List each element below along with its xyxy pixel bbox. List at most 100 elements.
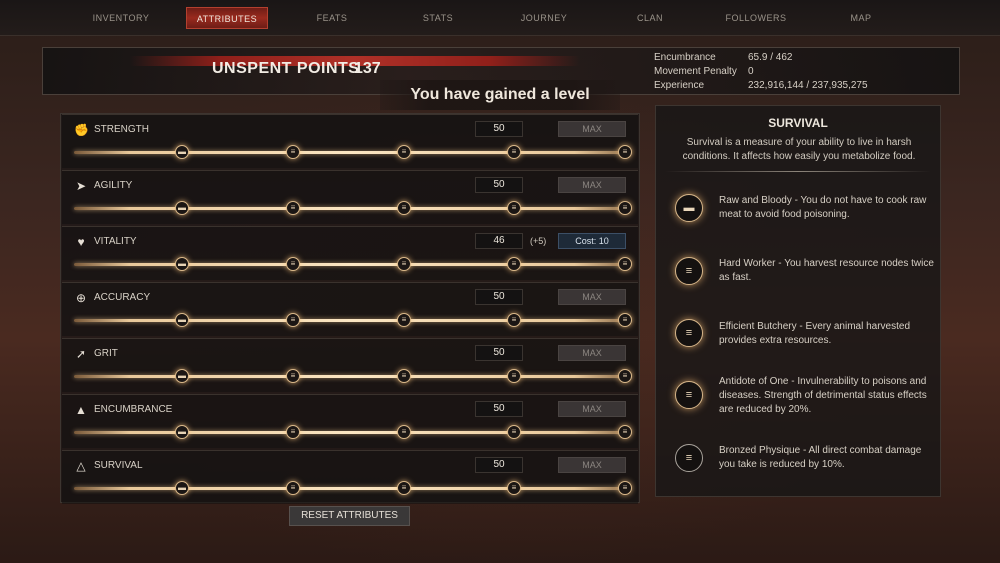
attribute-value: 50 <box>475 457 523 473</box>
tab-stats[interactable]: STATS <box>412 7 464 29</box>
attribute-track <box>74 487 630 490</box>
perk-node-icon[interactable]: ▬ <box>175 313 189 327</box>
attribute-row-grit: ➚ GRIT 50 MAX ▬ ≡ ≡ ≡ ≡ <box>62 338 638 392</box>
perk-node-icon[interactable]: ▬ <box>175 257 189 271</box>
perk-node-icon[interactable]: ≡ <box>618 481 632 495</box>
perk-description: Efficient Butchery - Every animal harves… <box>719 321 911 346</box>
perk-node-icon[interactable]: ≡ <box>286 201 300 215</box>
perk-node-icon[interactable]: ≡ <box>286 425 300 439</box>
attribute-track <box>74 375 630 378</box>
tab-map[interactable]: MAP <box>842 7 880 29</box>
perk-node-icon[interactable]: ≡ <box>286 313 300 327</box>
perk-node-icon[interactable]: ≡ <box>397 201 411 215</box>
perk-node-icon[interactable]: ≡ <box>286 257 300 271</box>
perk-item: ▬ Raw and Bloody - You do not have to co… <box>665 190 935 240</box>
perk-node-icon[interactable]: ▬ <box>175 481 189 495</box>
attribute-row-agility: ➤ AGILITY 50 MAX ▬ ≡ ≡ ≡ ≡ <box>62 170 638 224</box>
tab-followers[interactable]: FOLLOWERS <box>722 7 790 29</box>
strength-icon: ✊ <box>74 123 89 137</box>
perk-node-icon[interactable]: ≡ <box>397 425 411 439</box>
attribute-value: 50 <box>475 121 523 137</box>
attribute-value[interactable]: 46 <box>475 233 523 249</box>
perk-node-icon[interactable]: ▬ <box>175 145 189 159</box>
crosshair-icon: ⊕ <box>75 291 87 305</box>
perk-node-icon[interactable]: ≡ <box>286 145 300 159</box>
perk-node-icon[interactable]: ▬ <box>175 425 189 439</box>
attribute-track <box>74 263 630 266</box>
attribute-row-accuracy: ⊕ ACCURACY 50 MAX ▬ ≡ ≡ ≡ ≡ <box>62 282 638 336</box>
perk-description: Bronzed Physique - All direct combat dam… <box>719 445 922 470</box>
unspent-points-label: UNSPENT POINTS <box>212 60 360 77</box>
tab-journey[interactable]: JOURNEY <box>512 7 576 29</box>
stat-experience: Experience 232,916,144 / 237,935,275 <box>654 79 954 93</box>
perk-node-icon[interactable]: ≡ <box>618 425 632 439</box>
perk-node-icon[interactable]: ≡ <box>507 481 521 495</box>
perk-description: Raw and Bloody - You do not have to cook… <box>719 195 927 220</box>
perk-node-icon[interactable]: ≡ <box>618 145 632 159</box>
perk-node-icon[interactable]: ≡ <box>397 313 411 327</box>
attribute-name: GRIT <box>94 348 118 359</box>
divider <box>665 171 931 172</box>
stat-value: 232,916,144 / 237,935,275 <box>748 80 868 91</box>
tab-inventory[interactable]: INVENTORY <box>84 7 158 29</box>
perk-node-icon[interactable]: ≡ <box>397 481 411 495</box>
perk-node-icon[interactable]: ≡ <box>397 369 411 383</box>
attribute-name: ACCURACY <box>94 292 151 303</box>
perk-node-icon[interactable]: ≡ <box>507 425 521 439</box>
attribute-row-encumbrance: ▲ ENCUMBRANCE 50 MAX ▬ ≡ ≡ ≡ ≡ <box>62 394 638 448</box>
stat-value: 0 <box>748 66 754 77</box>
perk-node-icon[interactable]: ≡ <box>507 313 521 327</box>
attribute-name: VITALITY <box>94 236 137 247</box>
perk-tier-4-icon: ≡ <box>675 381 703 409</box>
perk-description: Hard Worker - You harvest resource nodes… <box>719 258 934 283</box>
perk-item: ≡ Efficient Butchery - Every animal harv… <box>665 315 935 365</box>
attribute-track <box>74 319 630 322</box>
perk-node-icon[interactable]: ≡ <box>507 257 521 271</box>
max-badge: MAX <box>558 289 626 305</box>
perk-node-icon[interactable]: ≡ <box>618 257 632 271</box>
character-stats: Encumbrance 65.9 / 462 Movement Penalty … <box>654 51 954 93</box>
perk-tier-1-icon: ▬ <box>675 194 703 222</box>
stat-label: Encumbrance <box>654 52 716 63</box>
cost-button[interactable]: Cost: 10 <box>558 233 626 249</box>
attribute-track <box>74 151 630 154</box>
stat-movement-penalty: Movement Penalty 0 <box>654 65 954 79</box>
perk-node-icon[interactable]: ≡ <box>286 369 300 383</box>
max-badge: MAX <box>558 401 626 417</box>
attribute-row-survival[interactable]: △ SURVIVAL 50 MAX ▬ ≡ ≡ ≡ ≡ <box>62 450 638 504</box>
perk-node-icon[interactable]: ≡ <box>286 481 300 495</box>
stat-label: Experience <box>654 80 705 91</box>
attribute-row-strength: ✊ STRENGTH 50 MAX ▬ ≡ ≡ ≡ ≡ <box>62 114 638 168</box>
attribute-bonus: (+5) <box>530 236 547 246</box>
perk-description: Antidote of One - Invulnerability to poi… <box>719 376 927 415</box>
tab-clan[interactable]: CLAN <box>630 7 670 29</box>
attribute-value: 50 <box>475 177 523 193</box>
perk-node-icon[interactable]: ▬ <box>175 369 189 383</box>
detail-description: Survival is a measure of your ability to… <box>682 137 916 162</box>
unspent-points-value: 137 <box>354 60 381 77</box>
perk-node-icon[interactable]: ≡ <box>618 201 632 215</box>
perk-item: ≡ Antidote of One - Invulnerability to p… <box>665 371 935 421</box>
stat-encumbrance: Encumbrance 65.9 / 462 <box>654 51 954 65</box>
tab-feats[interactable]: FEATS <box>306 7 358 29</box>
reset-attributes-button[interactable]: RESET ATTRIBUTES <box>289 506 410 526</box>
detail-title: SURVIVAL <box>768 116 828 130</box>
perk-item: ≡ Hard Worker - You harvest resource nod… <box>665 253 935 303</box>
campfire-icon: △ <box>76 459 86 473</box>
attribute-name: AGILITY <box>94 180 133 191</box>
attribute-name: ENCUMBRANCE <box>94 404 173 415</box>
stat-value: 65.9 / 462 <box>748 52 793 63</box>
attribute-value: 50 <box>475 289 523 305</box>
perk-node-icon[interactable]: ▬ <box>175 201 189 215</box>
max-badge: MAX <box>558 345 626 361</box>
tab-attributes[interactable]: ATTRIBUTES <box>186 7 268 29</box>
perk-node-icon[interactable]: ≡ <box>397 145 411 159</box>
perk-node-icon[interactable]: ≡ <box>618 313 632 327</box>
perk-node-icon[interactable]: ≡ <box>618 369 632 383</box>
max-badge: MAX <box>558 177 626 193</box>
perk-node-icon[interactable]: ≡ <box>397 257 411 271</box>
perk-node-icon[interactable]: ≡ <box>507 201 521 215</box>
perk-node-icon[interactable]: ≡ <box>507 369 521 383</box>
max-badge: MAX <box>558 121 626 137</box>
perk-node-icon[interactable]: ≡ <box>507 145 521 159</box>
